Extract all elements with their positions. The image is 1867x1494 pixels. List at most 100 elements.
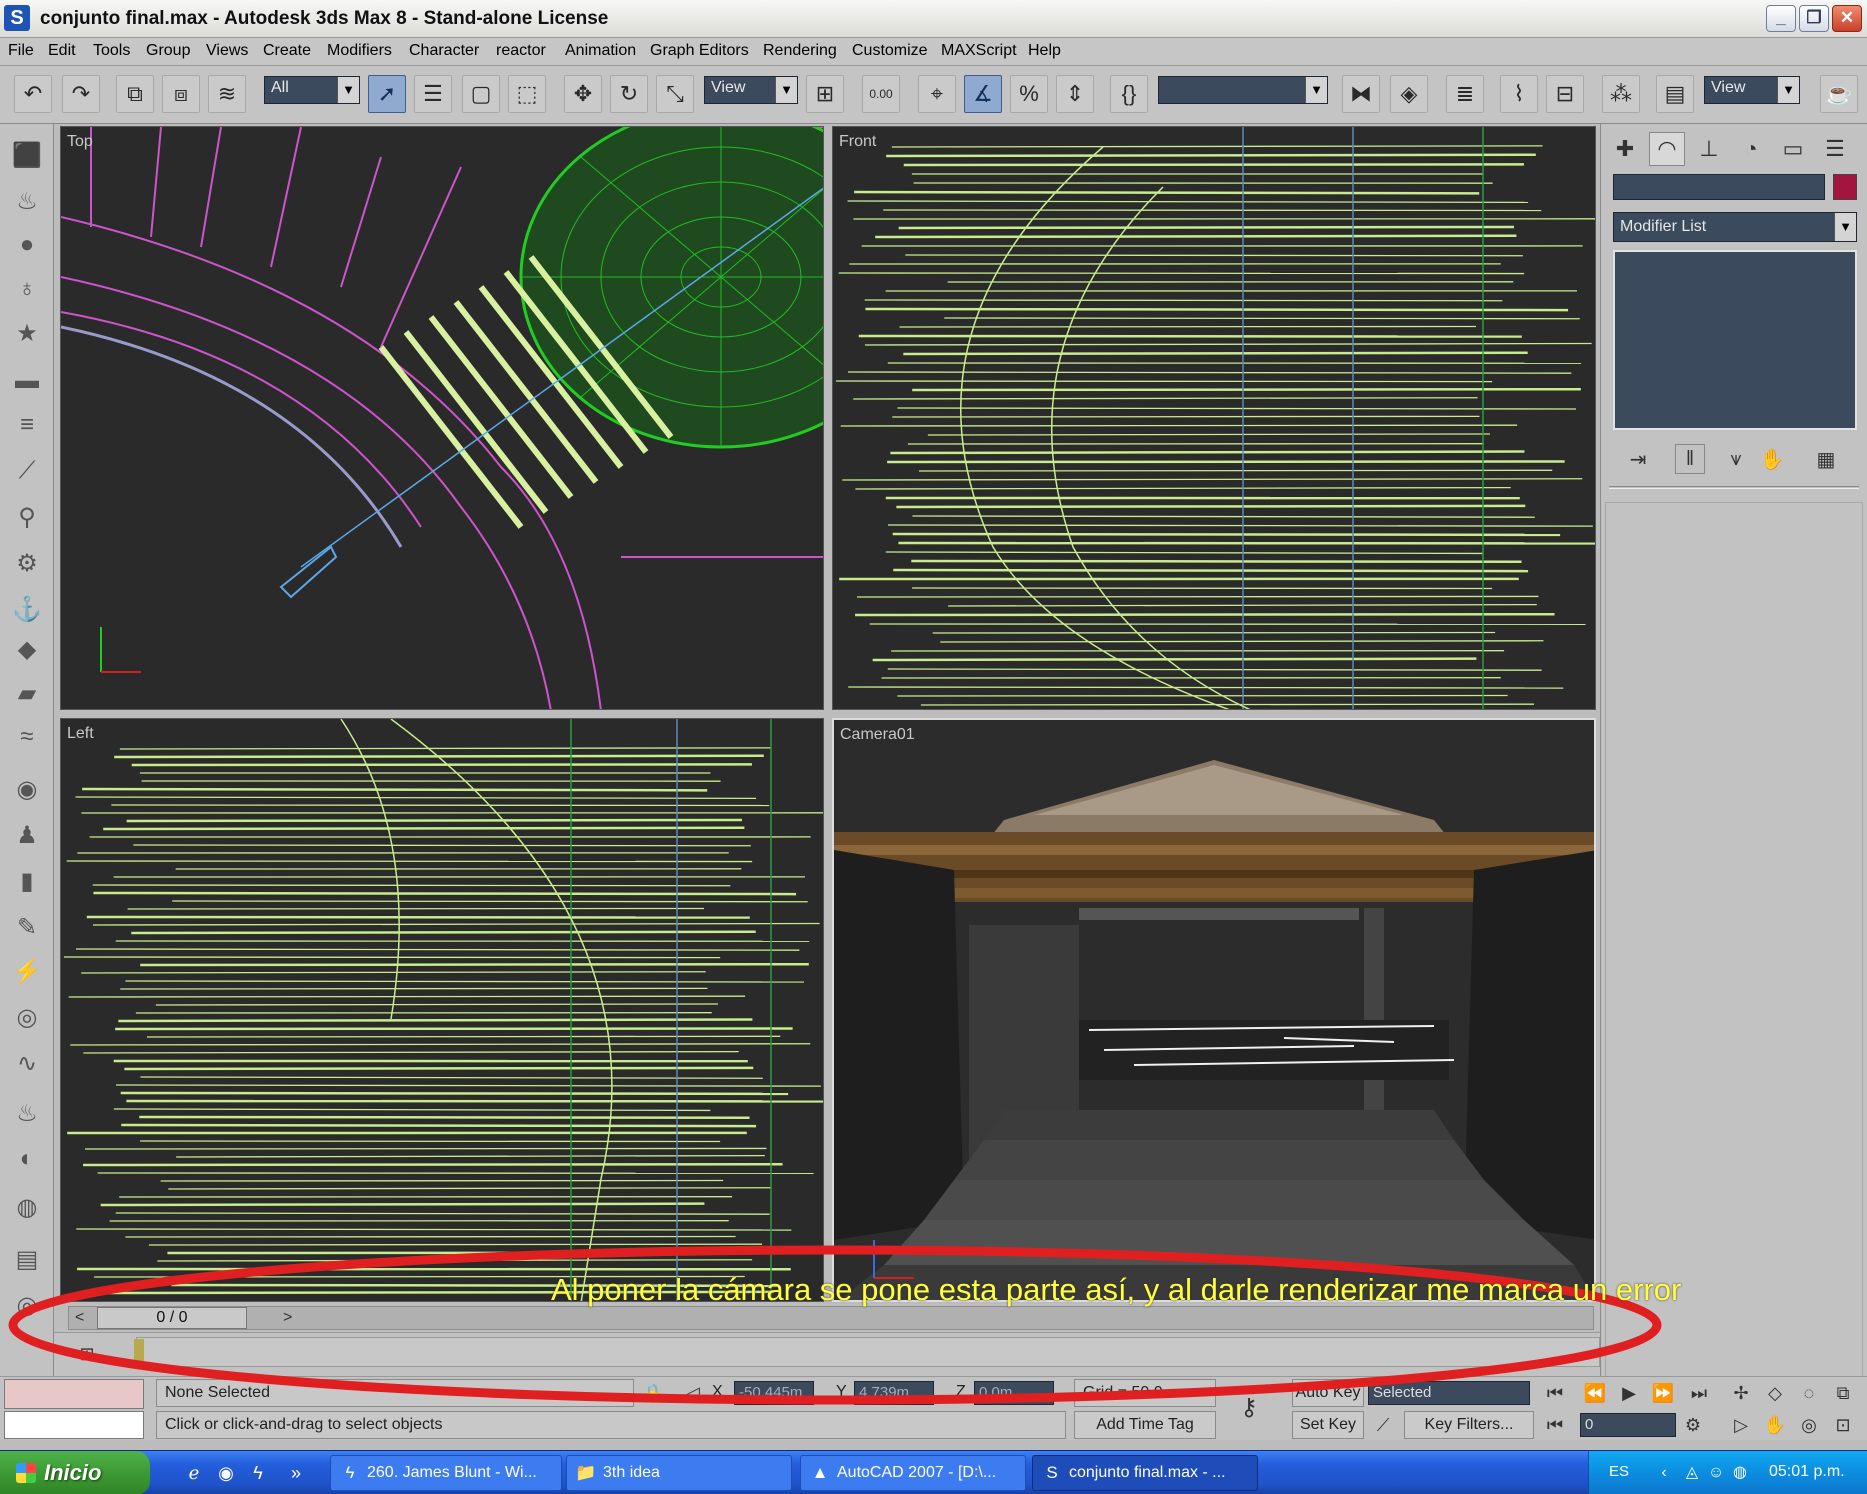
messenger-icon[interactable]: ☺ [1705, 1462, 1727, 1484]
menu-create[interactable]: Create [263, 42, 311, 60]
pivot-icon[interactable]: ⊞ [806, 75, 844, 113]
menu-group[interactable]: Group [146, 42, 190, 60]
viewport-left-label[interactable]: Left [67, 725, 94, 743]
curve-editor-icon[interactable]: ⌇ [1500, 75, 1538, 113]
chevron-down-icon[interactable]: ▼ [1777, 77, 1799, 103]
fish-icon[interactable]: ◆ [10, 632, 44, 666]
remove-modifier-icon[interactable]: ✋ [1757, 444, 1787, 474]
auto-key-button[interactable]: Auto Key [1292, 1379, 1364, 1407]
time-slider-thumb[interactable]: 0 / 0 [97, 1307, 247, 1329]
render-view-dropdown[interactable]: View ▼ [1704, 76, 1800, 104]
tray-expand-icon[interactable]: ‹ [1653, 1462, 1675, 1484]
bind-spacewarp-icon[interactable]: ≋ [208, 75, 246, 113]
prev-key-icon[interactable]: ⏪ [1582, 1380, 1608, 1406]
modifier-stack[interactable] [1613, 250, 1857, 430]
spinner-snap-icon[interactable]: ⇕ [1056, 75, 1094, 113]
tangent-icon[interactable]: ⟋ [1370, 1412, 1396, 1438]
curve-icon[interactable]: ∿ [10, 1046, 44, 1080]
field-of-view-icon[interactable]: ◌ [1796, 1380, 1822, 1406]
scale-icon[interactable]: ⤡ [656, 75, 694, 113]
viewport-camera[interactable]: Camera01 [832, 718, 1596, 1302]
viewport-top[interactable]: Top [60, 126, 824, 710]
maximize-button[interactable]: ❐ [1799, 5, 1829, 32]
select-by-name-icon[interactable]: ☰ [414, 75, 452, 113]
menu-modifiers[interactable]: Modifiers [327, 42, 392, 60]
lock-icon[interactable]: 🔒 [640, 1380, 666, 1406]
percent-snap-icon[interactable]: % [1010, 75, 1048, 113]
brush-icon[interactable]: ✎ [10, 910, 44, 944]
next-key-icon[interactable]: ⏩ [1650, 1380, 1676, 1406]
y-coordinate-input[interactable]: 4.739m [854, 1381, 934, 1405]
named-selection-dropdown[interactable]: ▼ [1158, 76, 1328, 104]
menu-graph-editors[interactable]: Graph Editors [650, 42, 749, 60]
chevron-down-icon[interactable]: ▼ [1834, 213, 1856, 241]
cone-icon[interactable]: ⚲ [10, 500, 44, 534]
language-indicator[interactable]: ES [1609, 1463, 1629, 1480]
chevron-right-icon[interactable]: » [284, 1461, 308, 1485]
chevron-down-icon[interactable]: ▼ [337, 77, 359, 103]
schematic-icon[interactable]: ⊟ [1546, 75, 1584, 113]
modify-tab-icon[interactable]: ◠ [1649, 132, 1685, 166]
task-button-autocad[interactable]: ▲ AutoCAD 2007 - [D:\... [800, 1455, 1026, 1491]
time-slider-track[interactable]: < 0 / 0 > [68, 1306, 1594, 1330]
box-icon[interactable]: ⬛ [10, 138, 44, 172]
menu-help[interactable]: Help [1028, 42, 1061, 60]
current-frame-input[interactable]: 0 [1580, 1413, 1676, 1437]
teapot-icon[interactable]: ♨ [10, 184, 44, 218]
undo-icon[interactable]: ↶ [14, 75, 52, 113]
zoom-icon[interactable]: ✢ [1728, 1380, 1754, 1406]
pin-stack-icon[interactable]: ⇥ [1623, 444, 1653, 474]
start-button[interactable]: Inicio [0, 1451, 150, 1494]
render-scene-icon[interactable]: ▤ [1656, 75, 1694, 113]
torus-icon[interactable]: ◎ [10, 1000, 44, 1034]
key-mode-dropdown[interactable]: Selected [1368, 1381, 1530, 1405]
viewport-left[interactable]: Left [60, 718, 824, 1302]
task-button-winamp[interactable]: ϟ 260. James Blunt - Wi... [330, 1455, 562, 1491]
display-tab-icon[interactable]: ▭ [1775, 132, 1811, 166]
hierarchy-tab-icon[interactable]: ⊥ [1691, 132, 1727, 166]
sphere-icon[interactable]: ● [10, 228, 44, 262]
menu-maxscript[interactable]: MAXScript [941, 42, 1017, 60]
winamp-quicklaunch-icon[interactable]: ϟ [246, 1461, 270, 1485]
internet-explorer-icon[interactable]: ℯ [182, 1461, 206, 1485]
3ds-max-logo-icon[interactable]: S [4, 5, 30, 31]
lamp-icon[interactable]: ♁ [10, 272, 44, 306]
security-icon[interactable]: ◍ [1729, 1462, 1751, 1484]
keyboard-override-icon[interactable]: 0.00 [862, 75, 900, 113]
menu-customize[interactable]: Customize [852, 42, 928, 60]
media-icon[interactable]: ◉ [214, 1461, 238, 1485]
move-icon[interactable]: ✥ [564, 75, 602, 113]
x-coordinate-input[interactable]: -50.445m [734, 1381, 814, 1405]
tube-icon[interactable]: ⟋ [10, 454, 44, 488]
chevron-down-icon[interactable]: ▼ [775, 77, 797, 103]
mini-curve-editor-icon[interactable]: ⊞ [74, 1341, 100, 1367]
key-icon[interactable]: ⚷ [1236, 1395, 1262, 1421]
snaps-icon[interactable]: ⌖ [918, 75, 956, 113]
quick-render-icon[interactable]: ☕ [1820, 75, 1858, 113]
selection-filter-dropdown[interactable]: All ▼ [264, 76, 360, 104]
wave-icon[interactable]: ≈ [10, 720, 44, 754]
viewport-front-label[interactable]: Front [839, 133, 876, 151]
task-button-folder[interactable]: 📁 3th idea [566, 1455, 792, 1491]
torus-icon[interactable]: ◎ [10, 1288, 44, 1322]
redo-icon[interactable]: ↷ [62, 75, 100, 113]
network-icon[interactable]: ◬ [1681, 1462, 1703, 1484]
camera-icon[interactable]: ◉ [10, 772, 44, 806]
zoom-all-icon[interactable]: ◇ [1762, 1380, 1788, 1406]
layers-icon[interactable]: ≣ [1446, 75, 1484, 113]
make-unique-icon[interactable]: ⩛ [1721, 444, 1751, 474]
dolly-icon[interactable]: ▷ [1728, 1412, 1754, 1438]
pan-icon[interactable]: ✋ [1762, 1412, 1788, 1438]
viewport-front[interactable]: Front [832, 126, 1596, 710]
z-coordinate-input[interactable]: 0.0m [974, 1381, 1054, 1405]
gear-icon[interactable]: ⚙ [10, 546, 44, 580]
paint-icon[interactable]: ▮ [10, 864, 44, 898]
unlink-icon[interactable]: ⧈ [162, 75, 200, 113]
prev-frame-arrow[interactable]: < [75, 1309, 84, 1327]
select-link-icon[interactable]: ⧉ [116, 75, 154, 113]
utilities-tab-icon[interactable]: ☰ [1817, 132, 1853, 166]
globe-icon[interactable]: ◍ [10, 1190, 44, 1224]
object-name-input[interactable] [1613, 174, 1825, 200]
absolute-mode-icon[interactable]: ◁ [680, 1380, 706, 1406]
play-icon[interactable]: ▶ [1616, 1380, 1642, 1406]
